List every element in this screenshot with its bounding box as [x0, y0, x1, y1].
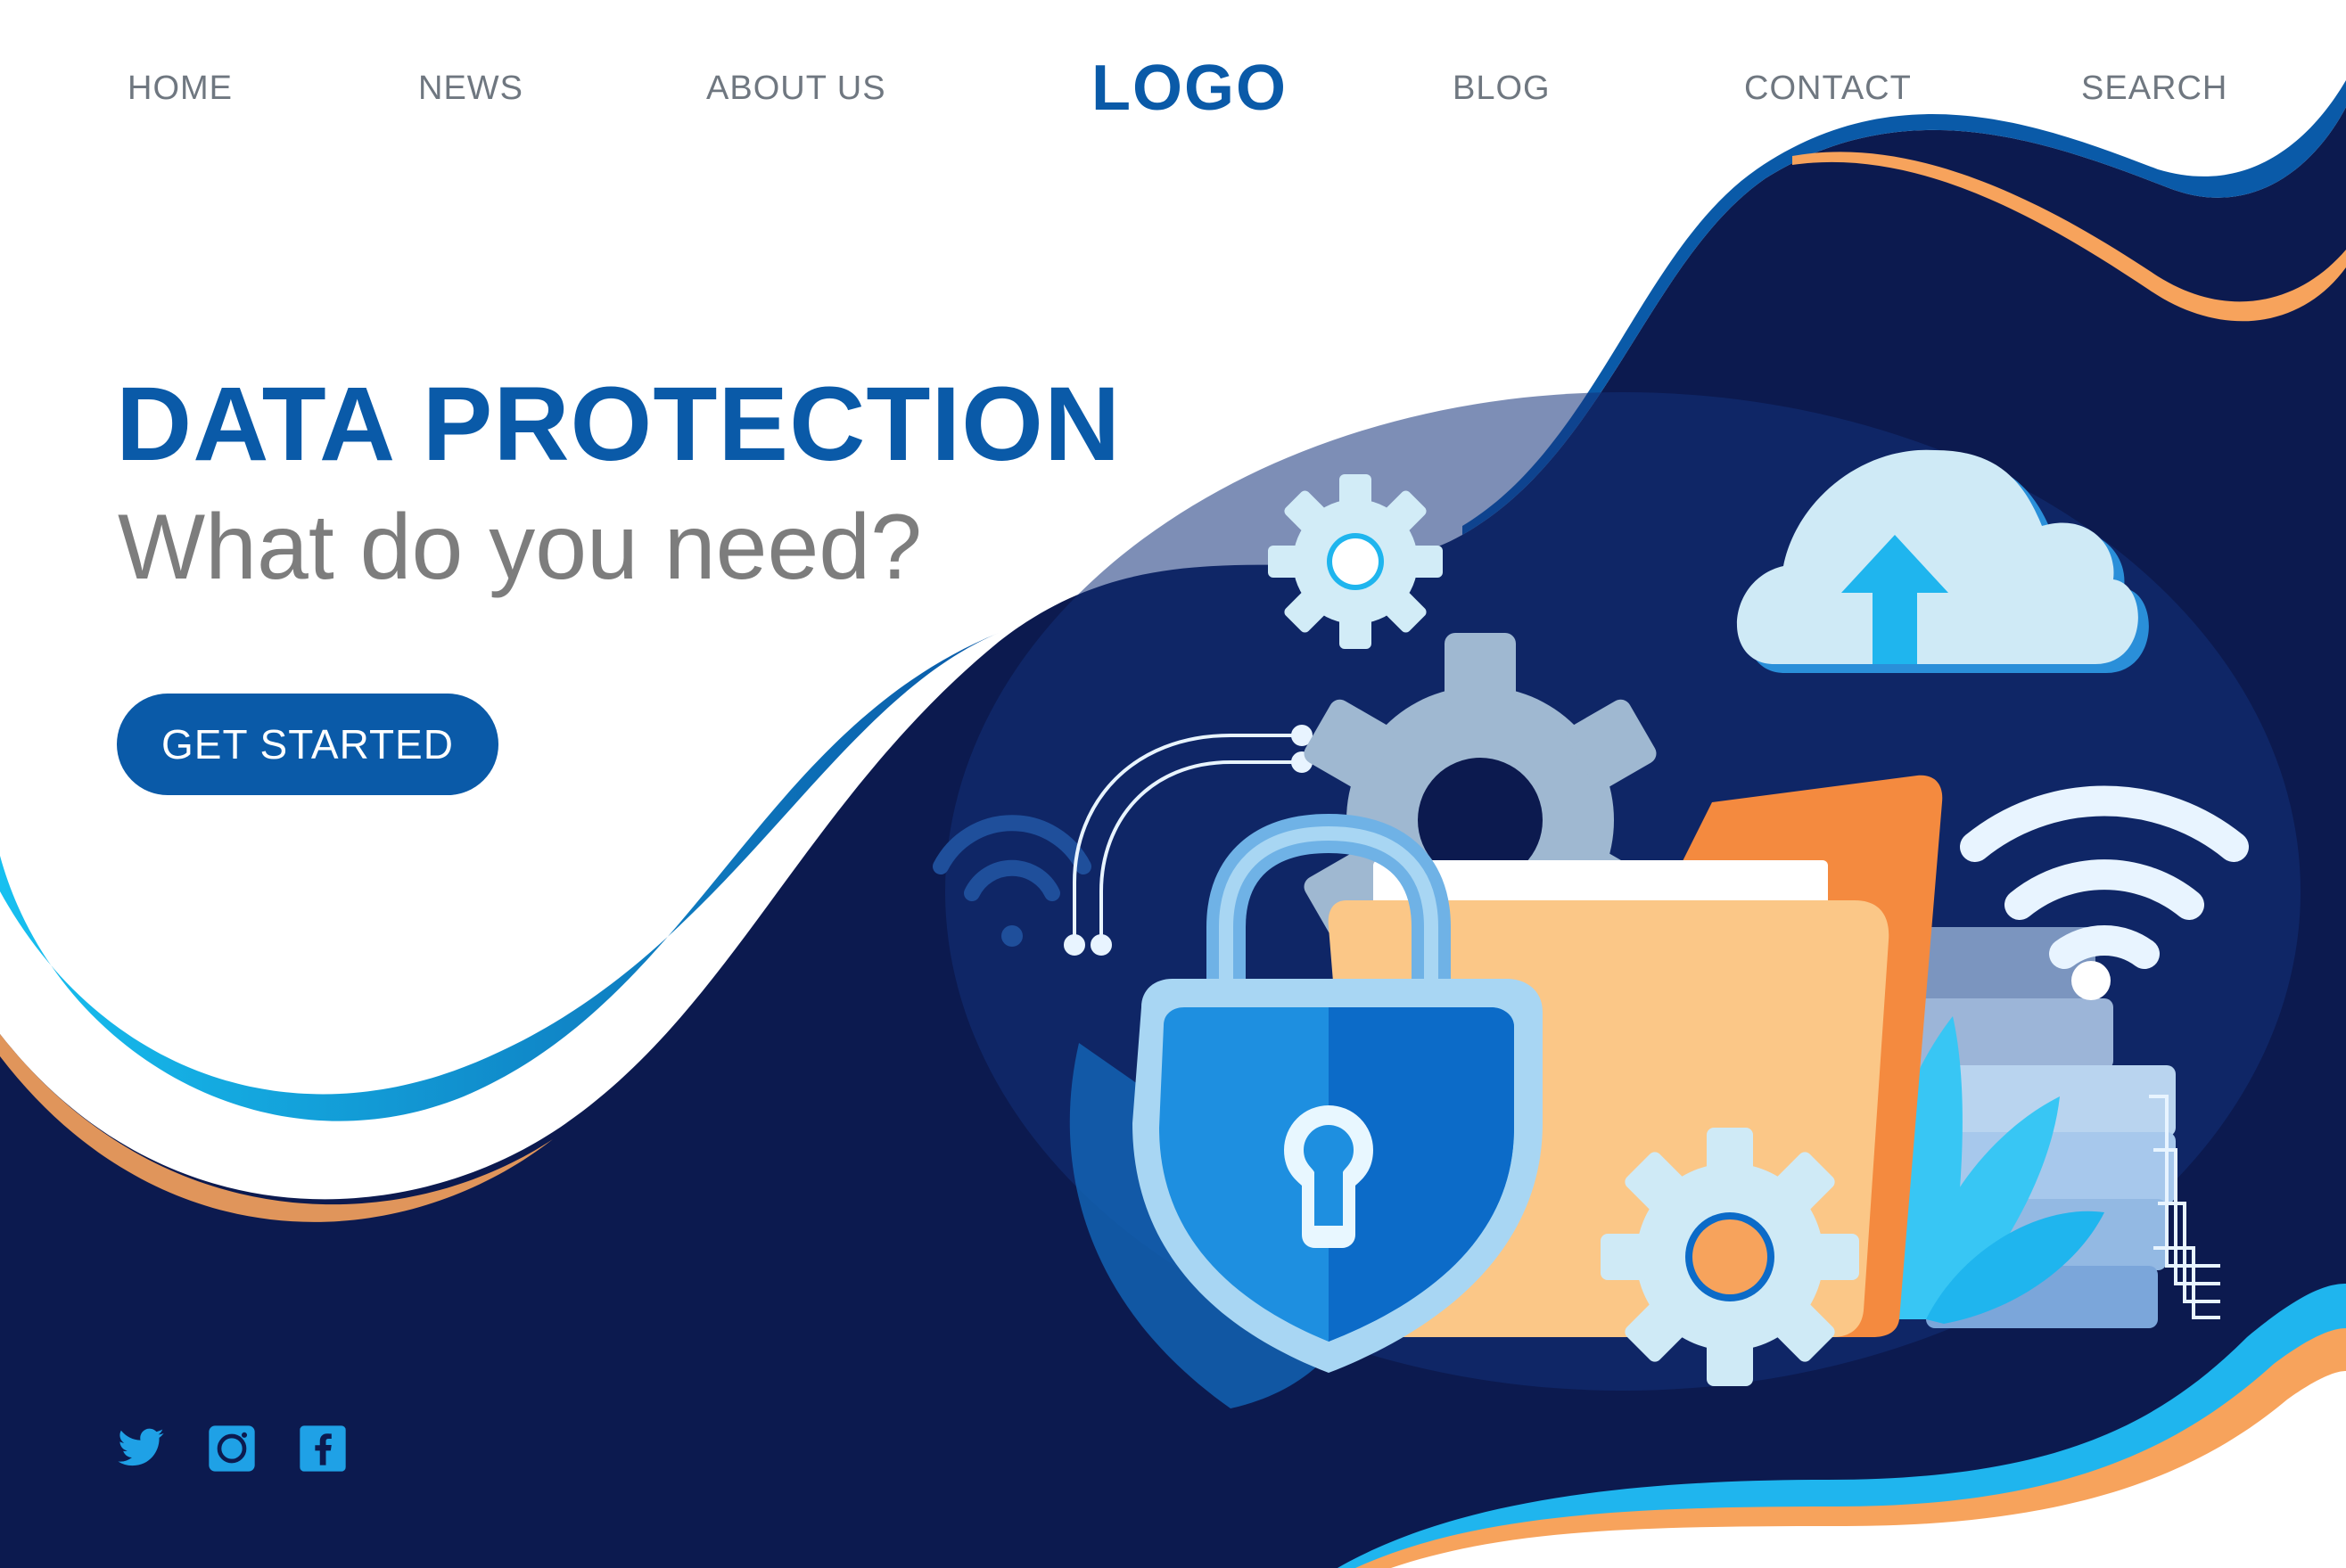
nav-search[interactable]: SEARCH: [2081, 70, 2227, 108]
get-started-button[interactable]: GET STARTED: [117, 694, 498, 795]
nav-home[interactable]: HOME: [128, 70, 233, 108]
nav-blog[interactable]: BLOG: [1453, 70, 1551, 108]
hero-title: DATA PROTECTION: [116, 365, 1122, 483]
nav-about-us[interactable]: ABOUT US: [706, 70, 886, 108]
facebook-icon[interactable]: [298, 1424, 348, 1474]
nav-news[interactable]: NEWS: [418, 70, 523, 108]
instagram-icon[interactable]: [207, 1424, 257, 1474]
nav-contact[interactable]: CONTACT: [1744, 70, 1912, 108]
logo[interactable]: LOGO: [1091, 52, 1288, 125]
hero-subtitle: What do you need?: [118, 496, 922, 599]
twitter-icon[interactable]: [116, 1424, 166, 1474]
